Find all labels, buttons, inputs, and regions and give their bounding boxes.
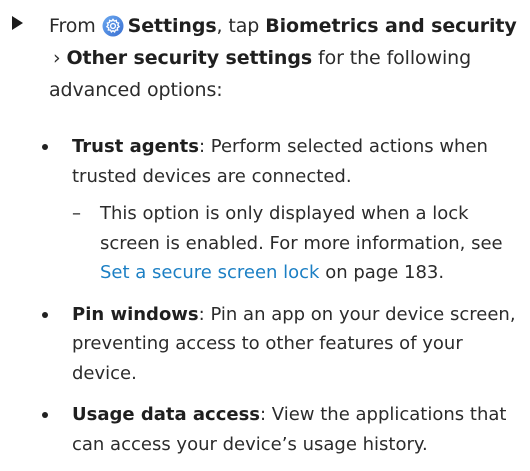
secure-screen-lock-link[interactable]: Set a secure screen lock [100, 262, 319, 283]
step-prefix: From [49, 15, 96, 37]
list-item-trust-agents: Trust agents: Perform selected actions w… [42, 132, 522, 288]
option-term: Usage data access [72, 404, 261, 425]
sub-text-end: on page 183. [319, 262, 445, 283]
document-page: From Settings, tap Biometrics and securi… [0, 0, 530, 466]
step-mid: , tap [216, 15, 266, 37]
bullet-dot-icon [42, 412, 48, 418]
settings-gear-icon [102, 15, 124, 37]
biometrics-label: Biometrics and security [265, 15, 517, 37]
sub-note: – This option is only displayed when a l… [72, 199, 522, 288]
sub-text: This option is only displayed when a loc… [100, 203, 503, 254]
step-text: From Settings, tap Biometrics and securi… [49, 10, 522, 106]
step-arrow-icon [12, 16, 23, 30]
list-item-usage-data-access: Usage data access: View the applications… [42, 400, 522, 459]
option-term: Trust agents [72, 136, 199, 157]
sub-dash: – [72, 203, 81, 224]
option-term: Pin windows [72, 303, 199, 325]
instruction-step: From Settings, tap Biometrics and securi… [12, 10, 522, 106]
chevron-right-icon: › [53, 47, 61, 69]
settings-label: Settings [127, 15, 217, 37]
bullet-dot-icon [42, 311, 48, 318]
other-security-label: Other security settings [66, 47, 313, 69]
list-item-pin-windows: Pin windows: Pin an app on your device s… [42, 300, 522, 389]
options-list: Trust agents: Perform selected actions w… [42, 132, 522, 471]
bullet-dot-icon [42, 144, 48, 150]
